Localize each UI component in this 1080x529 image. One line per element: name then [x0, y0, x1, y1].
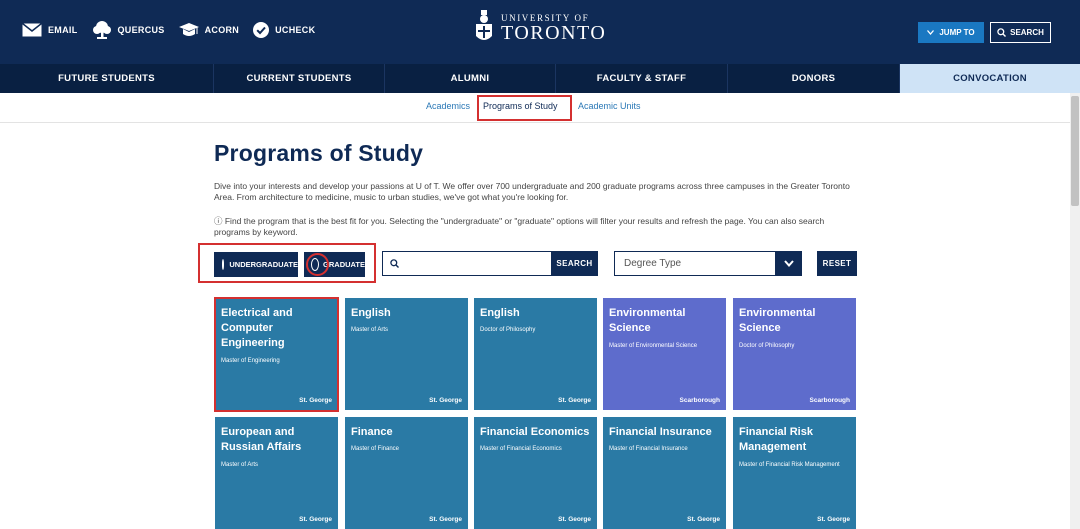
selected-card-highlight [214, 297, 339, 412]
quick-links: EMAIL QUERCUS ACORN UCHECK [22, 20, 315, 40]
header-search-button[interactable]: SEARCH [990, 22, 1051, 43]
tree-icon [92, 21, 111, 39]
university-logo[interactable]: UNIVERSITY OF TORONTO [474, 10, 606, 46]
check-circle-icon [253, 22, 270, 38]
programs-of-study-highlight [477, 95, 572, 121]
program-card[interactable]: Financial Insurance Master of Financial … [603, 417, 726, 529]
program-card-campus: St. George [817, 516, 850, 523]
program-card-degree: Master of Finance [351, 446, 400, 452]
search-icon [997, 28, 1007, 37]
nav-future-students[interactable]: FUTURE STUDENTS [0, 64, 214, 93]
program-card-campus: St. George [558, 397, 591, 404]
program-card-title: Financial Risk Management [739, 426, 813, 453]
program-card-campus: St. George [299, 516, 332, 523]
chevron-down-icon [927, 30, 935, 35]
program-card[interactable]: Environmental Science Doctor of Philosop… [733, 298, 856, 410]
ucheck-label: UCHECK [275, 25, 316, 35]
jump-to-label: JUMP TO [939, 28, 975, 37]
program-card-campus: St. George [558, 516, 591, 523]
program-card-degree: Master of Financial Insurance [609, 446, 688, 452]
nav-current-students[interactable]: CURRENT STUDENTS [214, 64, 385, 93]
program-card[interactable]: Environmental Science Master of Environm… [603, 298, 726, 410]
degree-type-value: Degree Type [624, 258, 682, 269]
program-search-button[interactable]: SEARCH [551, 251, 598, 276]
program-card-degree: Master of Financial Economics [480, 446, 562, 452]
acorn-link[interactable]: ACORN [178, 21, 240, 39]
header-search-label: SEARCH [1010, 28, 1044, 37]
degree-type-select[interactable]: Degree Type [614, 251, 802, 276]
info-text: ⓘ Find the program that is the best fit … [214, 216, 825, 237]
subnav-academics[interactable]: Academics [426, 101, 470, 111]
search-icon [390, 259, 399, 268]
acorn-label: ACORN [204, 25, 240, 35]
program-card[interactable]: English Doctor of Philosophy St. George [474, 298, 597, 410]
program-card-title: Financial Insurance [609, 426, 712, 438]
ucheck-link[interactable]: UCHECK [253, 22, 315, 38]
main-nav: FUTURE STUDENTS CURRENT STUDENTS ALUMNI … [0, 64, 1080, 93]
nav-convocation[interactable]: CONVOCATION [900, 64, 1080, 93]
email-link[interactable]: EMAIL [22, 23, 78, 37]
program-card-title: Environmental Science [609, 307, 686, 334]
program-card-degree: Master of Environmental Science [609, 343, 698, 349]
program-card-title: Financial Economics [480, 426, 590, 438]
scrollbar-thumb[interactable] [1071, 96, 1079, 206]
program-card-degree: Doctor of Philosophy [480, 327, 536, 333]
degree-type-toggle[interactable] [775, 251, 802, 276]
undergraduate-label: UNDERGRADUATE [229, 260, 298, 269]
jump-to-button[interactable]: JUMP TO [918, 22, 984, 43]
nav-donors[interactable]: DONORS [728, 64, 900, 93]
subnav-academic-units[interactable]: Academic Units [578, 101, 641, 111]
program-card-campus: St. George [429, 516, 462, 523]
nav-faculty-staff[interactable]: FACULTY & STAFF [556, 64, 728, 93]
program-card-campus: St. George [687, 516, 720, 523]
program-card-campus: Scarborough [809, 397, 850, 404]
program-card-title: European and Russian Affairs [221, 426, 302, 453]
crest-icon [476, 10, 492, 40]
intro-text: Dive into your interests and develop you… [214, 181, 850, 202]
program-card-title: English [351, 307, 391, 319]
undergraduate-radio-icon [222, 259, 225, 270]
email-label: EMAIL [48, 25, 78, 35]
program-card-campus: Scarborough [679, 397, 720, 404]
program-card[interactable]: European and Russian Affairs Master of A… [215, 417, 338, 529]
program-card-campus: St. George [429, 397, 462, 404]
program-card[interactable]: Financial Economics Master of Financial … [474, 417, 597, 529]
program-card-degree: Master of Arts [351, 327, 389, 333]
nav-alumni[interactable]: ALUMNI [385, 64, 556, 93]
quercus-link[interactable]: QUERCUS [92, 20, 165, 40]
page-title: Programs of Study [214, 140, 424, 166]
quercus-label: QUERCUS [117, 25, 165, 35]
reset-button[interactable]: RESET [817, 251, 857, 276]
program-card-degree: Master of Financial Risk Management [739, 462, 840, 468]
program-card[interactable]: Finance Master of Finance St. George [345, 417, 468, 529]
top-bar: EMAIL QUERCUS ACORN UCHECK UNIVERSITY OF… [0, 0, 1080, 64]
graduate-label: GRADUATE [323, 260, 365, 269]
logo-toronto: TORONTO [501, 22, 607, 44]
program-card[interactable]: English Master of Arts St. George [345, 298, 468, 410]
chevron-down-icon [783, 260, 794, 267]
program-card-title: Environmental Science [739, 307, 816, 334]
envelope-icon [22, 23, 42, 37]
program-card-degree: Master of Arts [221, 462, 259, 468]
program-card-title: Finance [351, 426, 393, 438]
logo-text: UNIVERSITY OF TORONTO [501, 13, 606, 43]
program-search-input[interactable] [403, 254, 543, 273]
program-card[interactable]: Financial Risk Management Master of Fina… [733, 417, 856, 529]
program-card-degree: Doctor of Philosophy [739, 343, 795, 349]
program-card-title: English [480, 307, 520, 319]
graduate-radio-highlight [306, 253, 329, 276]
graduation-cap-icon [178, 23, 199, 36]
undergraduate-toggle[interactable]: UNDERGRADUATE [214, 252, 298, 277]
